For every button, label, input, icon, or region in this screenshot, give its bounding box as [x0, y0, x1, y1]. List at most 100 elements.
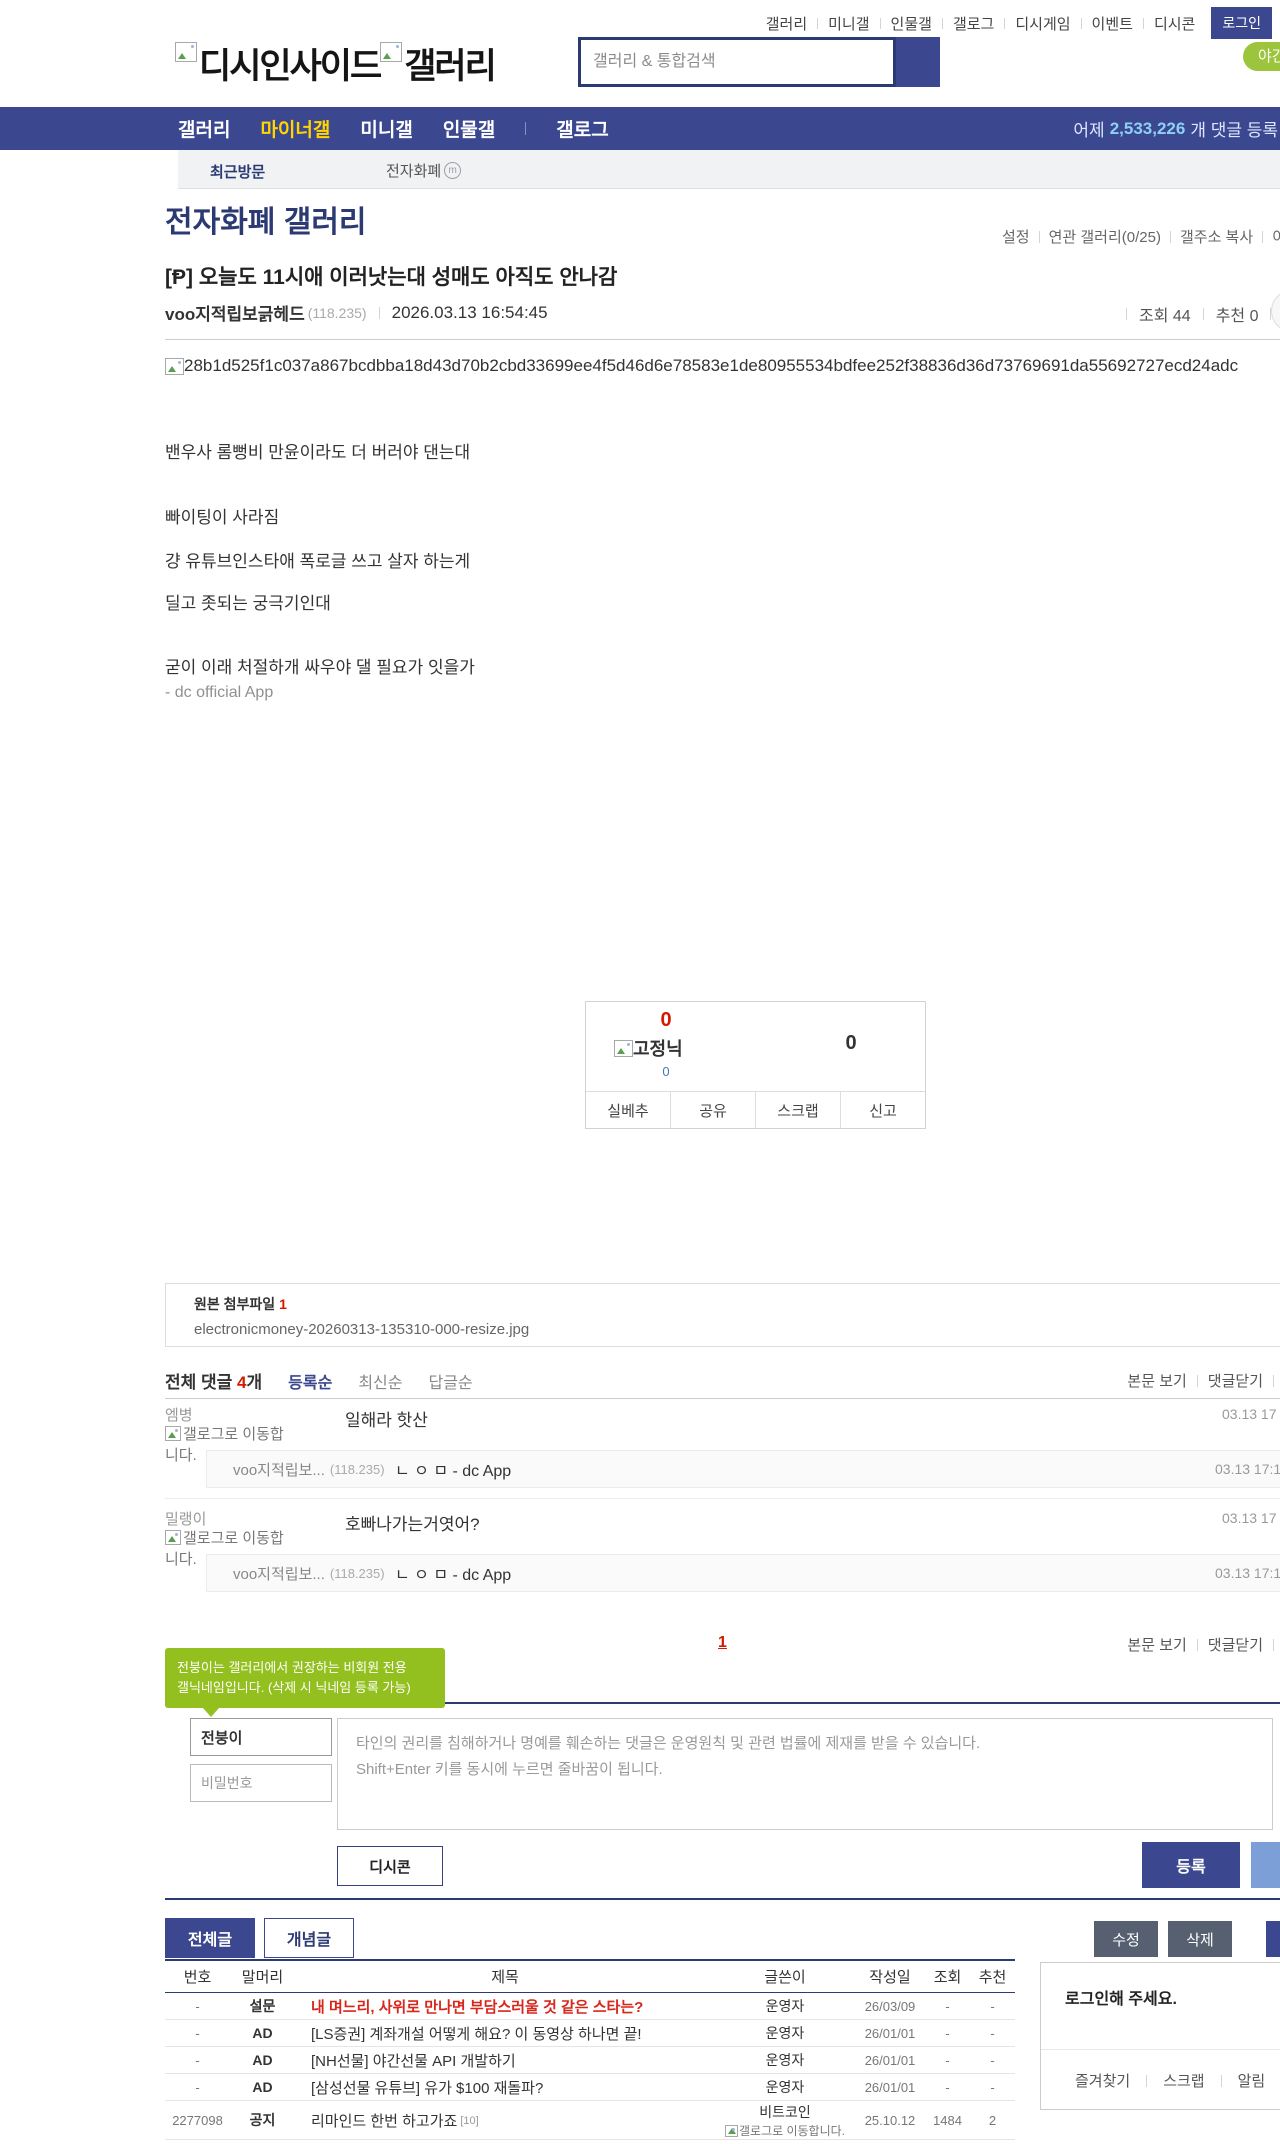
- dccon-button[interactable]: 디시콘: [337, 1846, 443, 1886]
- divider: [1169, 230, 1171, 243]
- submit-comment-button[interactable]: 등록: [1142, 1842, 1240, 1888]
- scrap-button[interactable]: 스크랩: [755, 1092, 840, 1128]
- nickname-input[interactable]: [190, 1718, 332, 1756]
- attachment-filename[interactable]: electronicmoney-20260313-135310-000-resi…: [194, 1321, 1280, 1338]
- fixed-nick-vote[interactable]: 고정닉: [614, 1035, 683, 1061]
- post-link[interactable]: 내 며느리, 사위로 만나면 부담스러울 것 같은 스타는?: [295, 1996, 715, 2017]
- reply-text: ㄴ ㅇ ㅁ - dc App: [395, 1463, 512, 1480]
- cell-number: 2277098: [172, 2112, 223, 2128]
- post-author[interactable]: voo지적립보긁헤드: [165, 300, 305, 325]
- divider: [165, 1498, 1280, 1499]
- post-date: 2026.03.13 16:54:45: [391, 302, 548, 322]
- cell-writer[interactable]: 운영자: [715, 2023, 855, 2043]
- page-title[interactable]: 전자화폐 갤러리: [165, 197, 367, 241]
- vote-buttons-bar: 실베추 공유 스크랩 신고: [586, 1091, 925, 1128]
- tab-notifications[interactable]: 알림: [1238, 2070, 1266, 2091]
- reply-author[interactable]: voo지적립보...: [233, 1459, 325, 1480]
- view-post-link[interactable]: 본문 보기: [1127, 1634, 1186, 1655]
- search-button[interactable]: [896, 37, 940, 87]
- sort-replies[interactable]: 답글순: [428, 1369, 472, 1393]
- clipped-list-button[interactable]: [1266, 1921, 1280, 1957]
- gallery-menu-settings[interactable]: 설정: [1002, 226, 1030, 247]
- nav-item-minigall[interactable]: 미니갤: [360, 115, 412, 142]
- breadcrumb-gallery-name: 전자화폐: [386, 163, 442, 180]
- night-mode-button[interactable]: 야간 모드: [1243, 42, 1280, 71]
- login-button[interactable]: 로그인: [1211, 7, 1272, 39]
- reply-author[interactable]: voo지적립보...: [233, 1563, 325, 1584]
- silbechu-button[interactable]: 실베추: [586, 1092, 670, 1128]
- site-logo[interactable]: 디시인사이드 갤러리: [175, 38, 497, 89]
- recent-visit-label[interactable]: 최근방문: [210, 161, 265, 182]
- post-link[interactable]: [삼성선물 유튜브] 유가 $100 재돌파?: [295, 2077, 715, 2098]
- edit-button[interactable]: 수정: [1094, 1921, 1158, 1957]
- close-comments-link[interactable]: 댓글닫기: [1208, 1634, 1263, 1655]
- comment-stat-suffix: 개 댓글 등록: [1190, 121, 1278, 140]
- topbar-link-minigall[interactable]: 미니갤: [828, 13, 869, 34]
- post-link[interactable]: [LS증권] 계좌개설 어떻게 해요? 이 동영상 하나면 끝!: [295, 2023, 715, 2044]
- cell-writer[interactable]: 비트코인 갤로그로 이동합니다.: [715, 2102, 855, 2139]
- gallery-menu-guide[interactable]: 이용: [1272, 226, 1280, 247]
- nav-items: 갤러리 마이너갤 미니갤 인물갤 갤로그: [178, 107, 609, 150]
- comments-header-links: 본문 보기 댓글닫기: [1127, 1370, 1274, 1391]
- cell-number: -: [195, 2052, 200, 2068]
- post-link[interactable]: [NH선물] 야간선물 API 개발하기: [295, 2050, 715, 2071]
- post-paragraph: 밴우사 롬뻥비 만윤이라도 더 버러야 댄는대: [165, 443, 471, 462]
- cell-date: 26/03/09: [864, 1998, 916, 2014]
- broken-image-icon: [724, 2124, 738, 2137]
- topbar-link-gallog[interactable]: 갤로그: [953, 13, 994, 34]
- cell-writer[interactable]: 운영자: [715, 1996, 855, 2016]
- broken-image-icon: [614, 1039, 633, 1057]
- post-link[interactable]: 리마인드 한번 하고가죠 [10]: [295, 2110, 715, 2131]
- comment-guide-line1: 타인의 권리를 침해하거나 명예를 훼손하는 댓글은 운영원칙 및 관련 법률에…: [356, 1735, 981, 1752]
- attachment-label: 원본 첨부파일 1: [194, 1294, 1280, 1314]
- share-button[interactable]: 공유: [670, 1092, 755, 1128]
- topbar-link-dcgame[interactable]: 디시게임: [1015, 13, 1070, 34]
- post-link[interactable]: 시무긍 open[26]: [295, 2140, 715, 2144]
- reply-text: ㄴ ㅇ ㅁ - dc App: [395, 1567, 512, 1584]
- sort-newest[interactable]: 최신순: [358, 1369, 402, 1393]
- gallery-menu-copy-url[interactable]: 갤주소 복사: [1180, 226, 1253, 247]
- nav-item-minorgall[interactable]: 마이너갤: [260, 115, 330, 142]
- comment-textarea[interactable]: 타인의 권리를 침해하거나 명예를 훼손하는 댓글은 운영원칙 및 관련 법률에…: [337, 1718, 1273, 1830]
- cell-writer[interactable]: 운영자: [715, 2077, 855, 2097]
- cell-writer[interactable]: 운영자: [715, 2050, 855, 2070]
- comments-total-label: 전체 댓글: [165, 1373, 233, 1392]
- all-posts-button[interactable]: 전체글: [165, 1918, 255, 1958]
- cell-date: 26/01/01: [864, 2025, 916, 2041]
- sort-registered[interactable]: 등록순: [288, 1369, 332, 1393]
- cell-writer[interactable]: 비트코인 갤로그로 이동합니다.: [715, 2140, 855, 2144]
- tab-scrap[interactable]: 스크랩: [1163, 2070, 1204, 2091]
- breadcrumb-gallery[interactable]: 전자화폐 m: [386, 160, 462, 181]
- post-image-broken: 28b1d525f1c037a867bcdbba18d43d70b2cbd336…: [165, 356, 1238, 376]
- delete-button[interactable]: 삭제: [1168, 1921, 1232, 1957]
- close-comments-link[interactable]: 댓글닫기: [1208, 1370, 1263, 1391]
- topbar-link-dccon[interactable]: 디시콘: [1154, 13, 1195, 34]
- nav-item-persongall[interactable]: 인물갤: [443, 115, 495, 142]
- report-button[interactable]: 신고: [840, 1092, 925, 1128]
- table-row: 2205503 공지 시무긍 open[26] 비트코인 갤로그로 이동합니다.…: [165, 2140, 1015, 2144]
- view-post-link[interactable]: 본문 보기: [1127, 1370, 1186, 1391]
- site-logo-text: 디시인사이드: [199, 47, 382, 86]
- cell-number: -: [195, 1998, 200, 2014]
- comment-text: 호빠나가는거엿어?: [345, 1515, 480, 1534]
- col-views: 조회: [933, 1969, 962, 1986]
- comment-toggle-pill[interactable]: [1271, 290, 1280, 332]
- nav-item-gallog[interactable]: 갤로그: [556, 115, 608, 142]
- divider: [1146, 2074, 1148, 2087]
- submit-comment-button-secondary[interactable]: 등록: [1251, 1842, 1280, 1888]
- gallery-menu-related[interactable]: 연관 갤러리(0/25): [1049, 226, 1161, 247]
- comment-author[interactable]: 엠병: [165, 1404, 193, 1425]
- top-utility-bar: 갤러리 미니갤 인물갤 갤로그 디시게임 이벤트 디시콘 로그인: [766, 7, 1272, 39]
- reply-date: 03.13 17:1: [1215, 1565, 1280, 1581]
- nav-item-gallery[interactable]: 갤러리: [178, 115, 230, 142]
- topbar-link-event[interactable]: 이벤트: [1092, 13, 1133, 34]
- topbar-link-persongall[interactable]: 인물갤: [891, 13, 932, 34]
- password-input[interactable]: [190, 1764, 332, 1802]
- tab-favorites[interactable]: 즐겨찾기: [1075, 2070, 1130, 2091]
- search-input[interactable]: [591, 52, 875, 72]
- topbar-link-gallery[interactable]: 갤러리: [766, 13, 807, 34]
- comment-author[interactable]: 밀랭이: [165, 1508, 206, 1529]
- comments-total: 전체 댓글 4개: [165, 1368, 262, 1393]
- comment-stat-count: 2,533,226: [1109, 118, 1186, 138]
- best-posts-button[interactable]: 개념글: [264, 1918, 354, 1958]
